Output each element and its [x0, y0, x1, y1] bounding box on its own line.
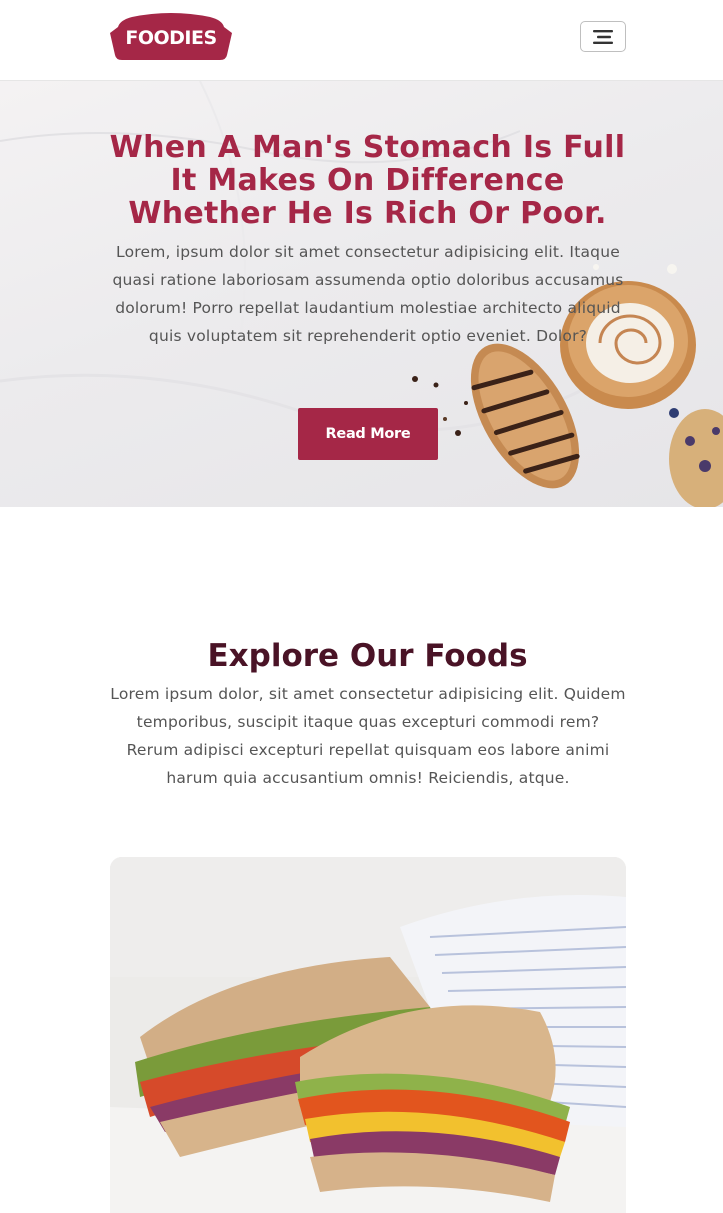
hero-title: When A Man's Stomach Is Full It Makes On… [109, 130, 626, 231]
hero-section: When A Man's Stomach Is Full It Makes On… [0, 81, 723, 507]
brand-logo[interactable]: FOODIES [110, 11, 232, 61]
hamburger-icon [593, 29, 613, 44]
read-more-button[interactable]: Read More [298, 408, 438, 460]
brand-name: FOODIES [125, 27, 217, 49]
hero-description: Lorem, ipsum dolor sit amet consectetur … [112, 243, 624, 345]
food-card[interactable] [110, 857, 626, 1213]
sandwich-image [110, 857, 626, 1213]
explore-description: Lorem ipsum dolor, sit amet consectetur … [110, 685, 626, 787]
menu-toggle-button[interactable] [580, 21, 626, 52]
navbar: FOODIES [0, 0, 723, 81]
explore-title: Explore Our Foods [207, 638, 528, 674]
